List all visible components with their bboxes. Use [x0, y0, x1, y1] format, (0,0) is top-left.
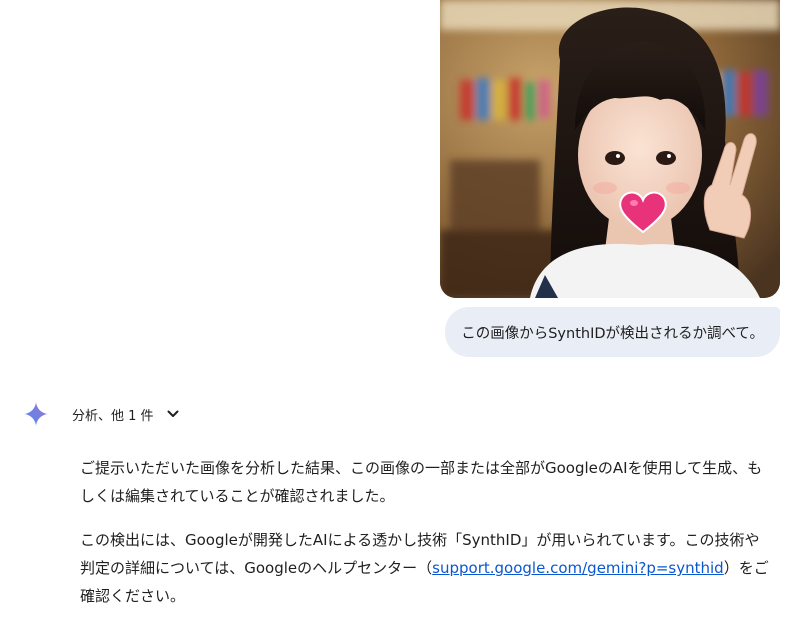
response-paragraph-1: ご提示いただいた画像を分析した結果、この画像の一部または全部がGoogleのAI…	[80, 459, 763, 505]
analysis-toggle-label: 分析、他 1 件	[72, 408, 154, 424]
user-message-bubble: この画像からSynthIDが検出されるか調べて。	[445, 307, 780, 357]
response-paragraph-2: この検出には、Googleが開発したAIによる透かし技術「SynthID」が用い…	[80, 526, 770, 610]
gemini-spark-icon	[24, 402, 48, 426]
user-message-text: この画像からSynthIDが検出されるか調べて。	[461, 325, 764, 342]
uploaded-photo[interactable]	[440, 0, 780, 298]
chat-page: この画像からSynthIDが検出されるか調べて。 分析、他 1 件 ご提示いただ…	[0, 0, 790, 619]
model-response: ご提示いただいた画像を分析した結果、この画像の一部または全部がGoogleのAI…	[80, 454, 770, 619]
synthid-help-link[interactable]: support.google.com/gemini?p=synthid	[432, 559, 724, 577]
analysis-toggle-button[interactable]: 分析、他 1 件	[72, 403, 180, 425]
chevron-down-icon	[167, 410, 179, 417]
